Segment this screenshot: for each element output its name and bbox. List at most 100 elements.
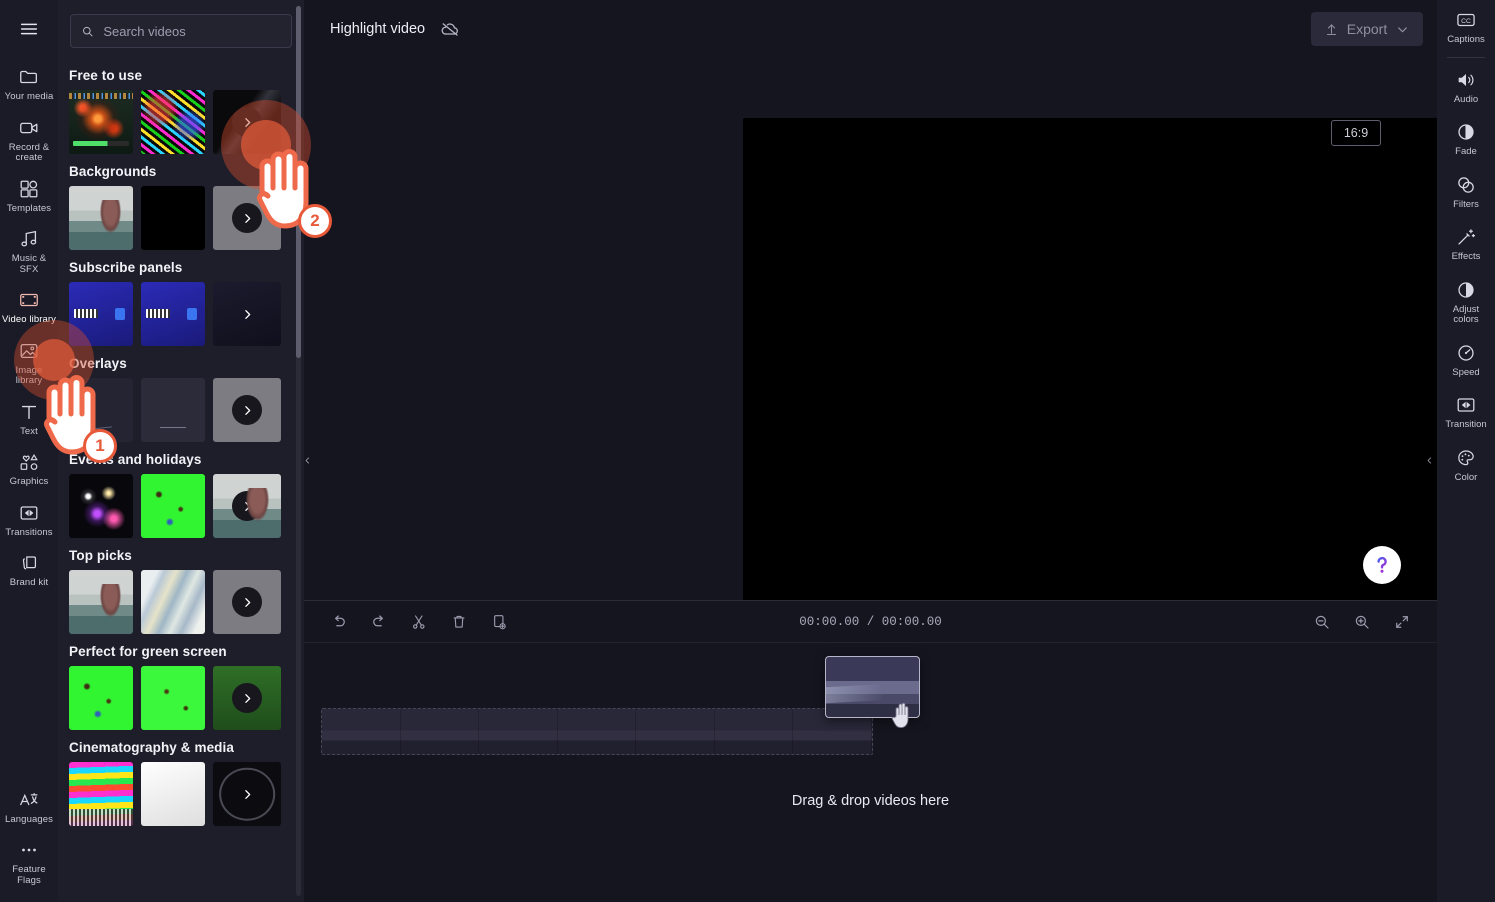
video-thumbnail[interactable] <box>141 666 205 730</box>
video-thumbnail[interactable] <box>141 186 205 250</box>
property-item-speed[interactable]: Speed <box>1437 333 1495 386</box>
video-thumbnail[interactable] <box>69 474 133 538</box>
category-perfect-for-green-screen: Perfect for green screen <box>58 634 304 730</box>
category-title: Free to use <box>69 68 143 83</box>
sidebar-item-feature-flags[interactable]: Feature Flags <box>0 831 58 892</box>
templates-icon <box>20 180 38 197</box>
thumbnail-row <box>58 666 304 730</box>
fit-icon <box>1396 615 1408 628</box>
show-more-button[interactable] <box>213 90 281 154</box>
chevron-left-icon <box>1427 457 1431 463</box>
film-strip-icon <box>20 293 38 307</box>
svg-text:CC: CC <box>1461 18 1471 25</box>
sidebar-item-video-library[interactable]: Video library <box>0 281 58 332</box>
export-button[interactable]: Export <box>1311 12 1423 46</box>
split-button[interactable] <box>408 611 430 633</box>
chevron-right-icon <box>232 491 262 521</box>
show-more-button[interactable] <box>213 282 281 346</box>
thumbnail-row <box>58 282 304 346</box>
sidebar-item-your-media[interactable]: Your media <box>0 58 58 109</box>
thumbnail-row <box>58 90 304 154</box>
show-more-button[interactable] <box>213 666 281 730</box>
property-item-adjust-colors[interactable]: Adjust colors <box>1437 270 1495 333</box>
filmstrip-frame <box>636 709 715 754</box>
property-item-label: Adjust colors <box>1452 303 1480 325</box>
sidebar-item-label: Image library <box>15 364 43 386</box>
cloud-off-icon[interactable] <box>439 18 461 40</box>
trash-icon <box>453 615 465 628</box>
timeline-tracks[interactable]: Drag & drop videos here <box>304 643 1437 902</box>
thumbnail-row <box>58 570 304 634</box>
video-thumbnail[interactable] <box>141 762 205 826</box>
sidebar-item-record-and-create[interactable]: Record & create <box>0 109 58 170</box>
music-note-icon <box>21 230 37 247</box>
property-item-fade[interactable]: Fade <box>1437 112 1495 165</box>
undo-button[interactable] <box>328 611 350 633</box>
panel-scrollbar-thumb[interactable] <box>296 6 301 358</box>
chevron-right-icon <box>232 107 262 137</box>
video-thumbnail[interactable] <box>69 570 133 634</box>
sidebar-item-text[interactable]: Text <box>0 393 58 444</box>
sidebar-item-brand-kit[interactable]: Brand kit <box>0 544 58 595</box>
property-item-captions[interactable]: CC Captions <box>1437 0 1495 53</box>
sidebar-item-image-library[interactable]: Image library <box>0 332 58 393</box>
help-button[interactable] <box>1363 546 1401 584</box>
category-title: Cinematography & media <box>69 740 234 755</box>
show-more-button[interactable] <box>213 378 281 442</box>
video-thumbnail[interactable] <box>69 282 133 346</box>
video-thumbnail[interactable] <box>141 474 205 538</box>
aspect-ratio-button[interactable]: 16:9 <box>1331 120 1381 146</box>
search-input[interactable] <box>103 23 281 39</box>
video-thumbnail[interactable] <box>69 378 133 442</box>
chevron-right-icon <box>232 683 262 713</box>
property-item-color[interactable]: Color <box>1437 438 1495 491</box>
timeline-drop-placeholder[interactable] <box>321 708 873 755</box>
search-box[interactable] <box>70 14 292 48</box>
category-subscribe-panels: Subscribe panels <box>58 250 304 346</box>
property-item-label: Captions <box>1447 34 1485 45</box>
sidebar-item-graphics[interactable]: Graphics <box>0 443 58 494</box>
sidebar-item-transitions[interactable]: Transitions <box>0 494 58 545</box>
filmstrip-frame <box>714 709 794 754</box>
ellipsis-icon <box>22 848 36 852</box>
show-more-button[interactable] <box>213 186 281 250</box>
zoom-in-button[interactable] <box>1351 611 1373 633</box>
fit-timeline-button[interactable] <box>1391 611 1413 633</box>
redo-button[interactable] <box>368 611 390 633</box>
property-item-filters[interactable]: Filters <box>1437 165 1495 218</box>
sidebar-item-languages[interactable]: Languages <box>0 781 58 832</box>
category-title: Backgrounds <box>69 164 157 179</box>
property-item-label: Color <box>1454 471 1478 483</box>
show-more-button[interactable] <box>213 570 281 634</box>
delete-button[interactable] <box>448 611 470 633</box>
video-thumbnail[interactable] <box>69 90 133 154</box>
video-canvas[interactable] <box>743 118 1495 603</box>
video-thumbnail[interactable] <box>141 570 205 634</box>
video-thumbnail[interactable] <box>141 90 205 154</box>
right-properties-rail: CC Captions Audio Fade Filters Effects A… <box>1437 0 1495 902</box>
zoom-in-icon <box>1355 615 1369 629</box>
property-item-label: Speed <box>1452 366 1480 378</box>
video-thumbnail[interactable] <box>141 282 205 346</box>
property-item-transition[interactable]: Transition <box>1437 385 1495 438</box>
video-thumbnail[interactable] <box>69 762 133 826</box>
hamburger-menu-button[interactable] <box>0 0 58 58</box>
closed-captions-icon: CC <box>1457 13 1475 27</box>
collapse-right-panel-button[interactable] <box>1422 432 1437 488</box>
sidebar-item-templates[interactable]: Templates <box>0 170 58 221</box>
video-thumbnail[interactable] <box>141 378 205 442</box>
sidebar-item-music-and-sfx[interactable]: Music & SFX <box>0 220 58 281</box>
show-more-button[interactable] <box>213 474 281 538</box>
show-more-button[interactable] <box>213 762 281 826</box>
collapse-left-panel-button[interactable] <box>300 432 315 488</box>
timeline-section: 00:00.00 / 00:00.00 Drag & drop videos h… <box>304 600 1437 902</box>
project-title[interactable]: Highlight video <box>330 21 425 37</box>
timeline-drop-hint: Drag & drop videos here <box>791 793 950 809</box>
duplicate-button[interactable] <box>488 611 510 633</box>
property-item-effects[interactable]: Effects <box>1437 217 1495 270</box>
zoom-out-button[interactable] <box>1311 611 1333 633</box>
video-thumbnail[interactable] <box>69 186 133 250</box>
property-item-audio[interactable]: Audio <box>1437 60 1495 113</box>
video-thumbnail[interactable] <box>69 666 133 730</box>
property-item-label: Audio <box>1453 93 1479 105</box>
